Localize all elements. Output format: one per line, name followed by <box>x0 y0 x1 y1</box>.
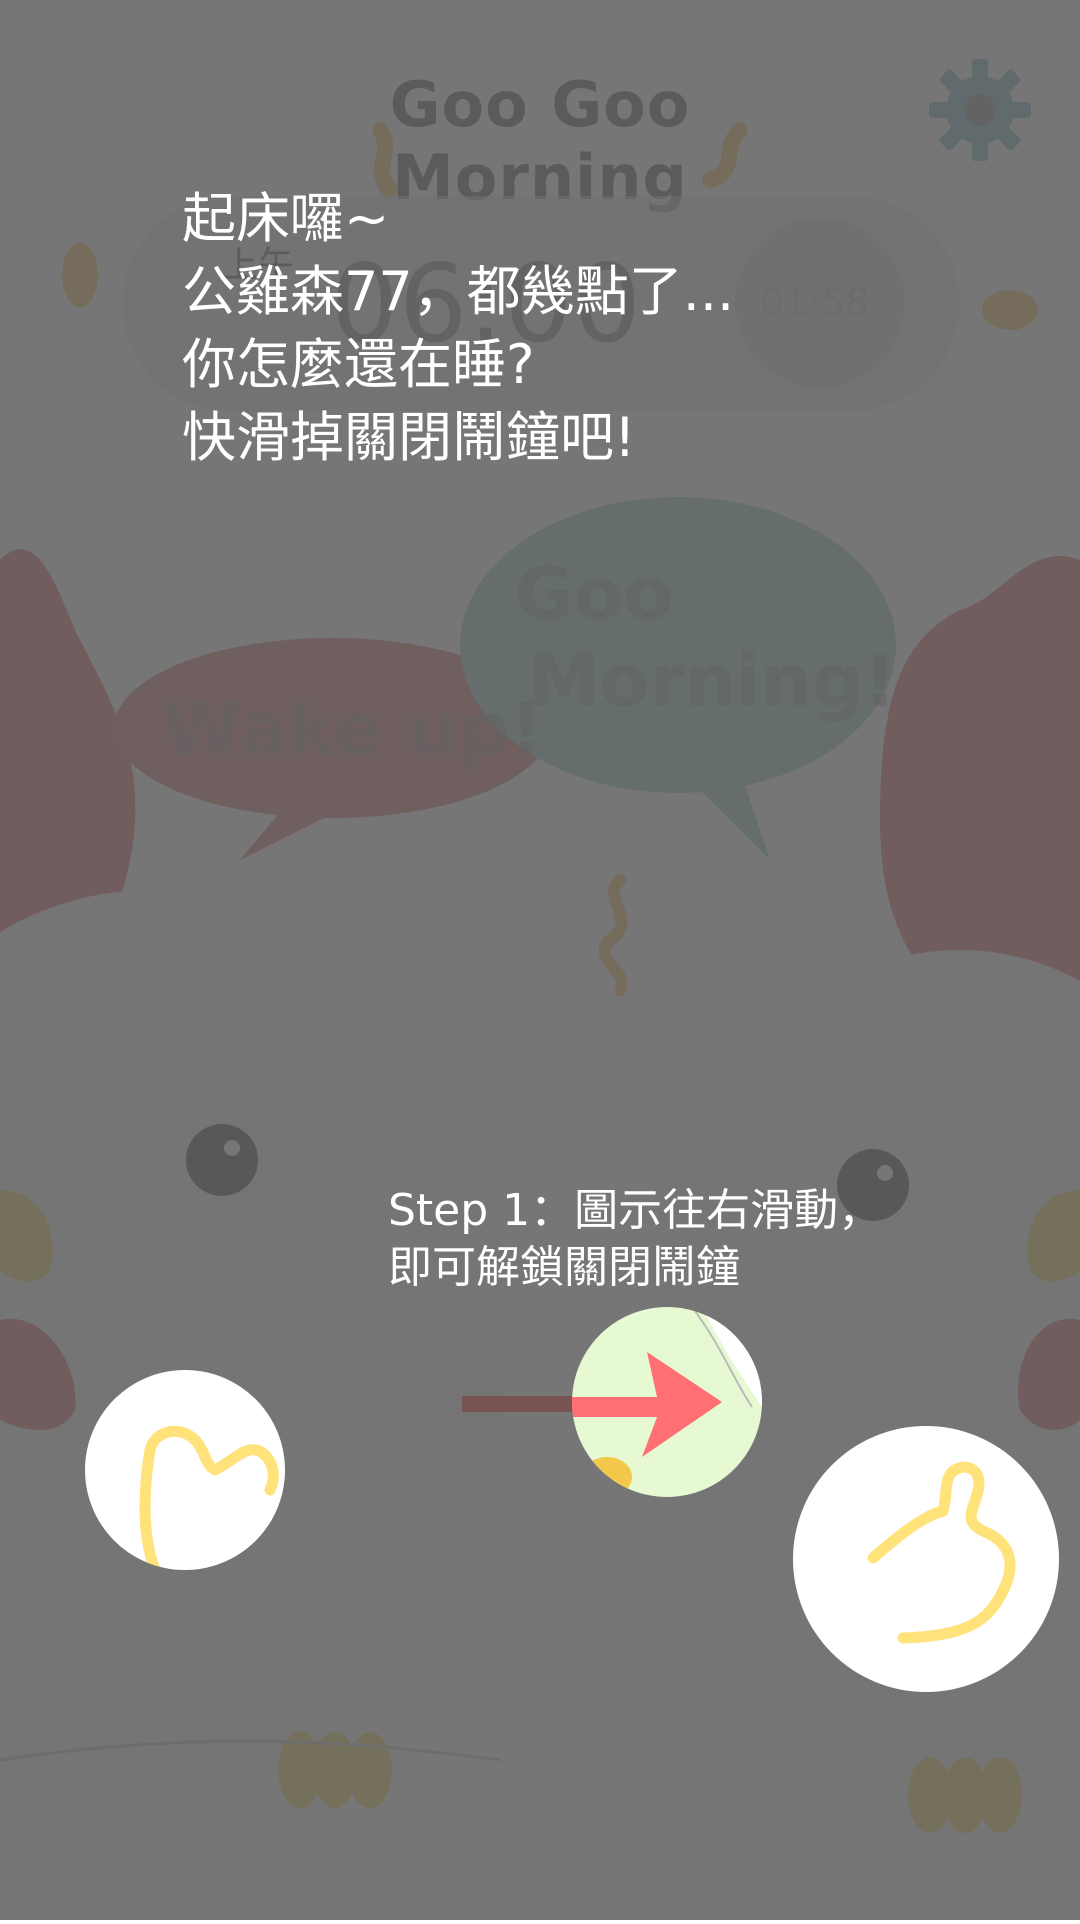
gear-icon[interactable] <box>925 55 1035 165</box>
tutorial-message-line: 公雞森77，都幾點了... <box>182 260 735 323</box>
tutorial-step-line: 即可解鎖關閉鬧鐘 <box>388 1242 740 1293</box>
goo-morning-bubble-line2: Morning! <box>528 639 897 723</box>
swipe-right-arrow-icon <box>572 1307 762 1497</box>
tutorial-step-line: Step 1：圖示往右滑動， <box>388 1185 883 1236</box>
left-thumb-spotlight <box>85 1370 285 1570</box>
right-thumb-spotlight <box>793 1426 1059 1692</box>
thumbs-up-icon <box>867 1461 1016 1644</box>
tutorial-message-line: 你怎麼還在睡? <box>182 333 535 396</box>
thumbs-up-icon <box>139 1425 279 1570</box>
unlock-drag-handle[interactable] <box>572 1307 762 1497</box>
tutorial-step-text: Step 1：圖示往右滑動， 即可解鎖關閉鬧鐘 <box>388 1182 948 1296</box>
wake-up-bubble-text: Wake up! <box>162 687 543 771</box>
tutorial-message-line: 快滑掉關閉鬧鐘吧! <box>182 406 636 469</box>
goo-morning-bubble-line1: Goo <box>515 552 674 636</box>
tutorial-message-line: 起床囉~ <box>182 187 390 250</box>
tutorial-message: 起床囉~ 公雞森77，都幾點了... 你怎麼還在睡? 快滑掉關閉鬧鐘吧! <box>182 182 902 474</box>
